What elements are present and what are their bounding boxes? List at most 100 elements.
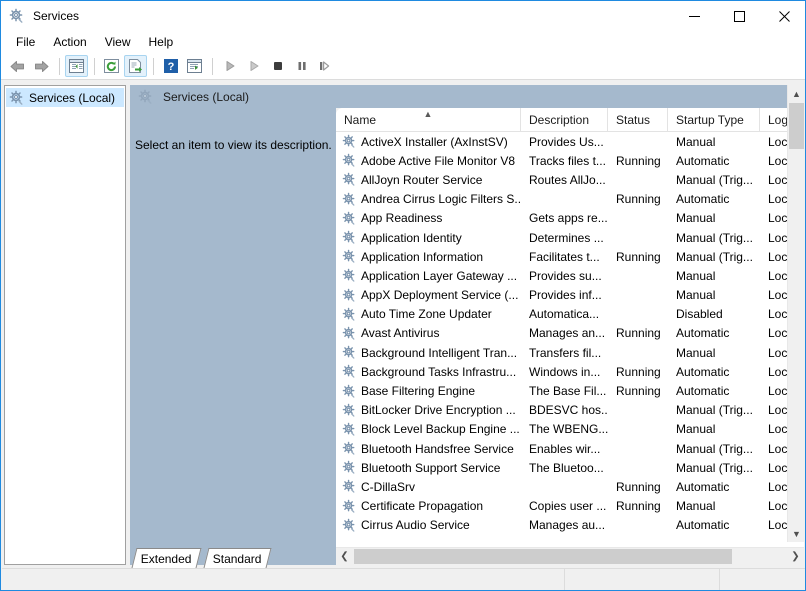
status-bar xyxy=(2,568,805,590)
table-row[interactable]: Auto Time Zone Updater Automatica... Disab… xyxy=(336,305,804,324)
table-row[interactable]: Background Intelligent Tran... Transfers … xyxy=(336,343,804,362)
column-header-description[interactable]: Description xyxy=(521,108,608,132)
service-name-label: Application Identity xyxy=(361,230,462,245)
table-row[interactable]: Cirrus Audio Service Manages au... Automat… xyxy=(336,516,804,535)
service-startup-type-cell: Automatic xyxy=(676,192,730,207)
table-row[interactable]: Avast Antivirus Manages an... Running Autom… xyxy=(336,324,804,343)
service-gear-icon xyxy=(342,134,357,149)
service-gear-icon xyxy=(342,422,357,437)
service-gear-icon xyxy=(342,384,357,399)
column-header-startup-type[interactable]: Startup Type xyxy=(668,108,760,132)
table-row[interactable]: Background Tasks Infrastru... Windows in.… xyxy=(336,362,804,381)
service-startup-type-cell: Manual (Trig... xyxy=(676,249,753,264)
service-name-label: App Readiness xyxy=(361,211,443,226)
service-gear-icon xyxy=(342,172,357,187)
table-row[interactable]: App Readiness Gets apps re... Manual Loc xyxy=(336,209,804,228)
table-row[interactable]: Andrea Cirrus Logic Filters S... Running A… xyxy=(336,190,804,209)
column-header-status[interactable]: Status xyxy=(608,108,668,132)
resume-service-button[interactable] xyxy=(242,55,265,77)
service-name-label: Application Information xyxy=(361,249,484,264)
service-startup-type-cell: Manual xyxy=(676,211,716,226)
table-row[interactable]: Bluetooth Handsfree Service Enables wir..… xyxy=(336,439,804,458)
svg-text:?: ? xyxy=(167,61,174,73)
service-startup-type-cell: Automatic xyxy=(676,518,730,533)
table-row[interactable]: AllJoyn Router Service Routes AllJo... Man… xyxy=(336,170,804,189)
tab-standard[interactable]: Standard xyxy=(203,548,272,568)
services-gear-icon xyxy=(9,8,25,24)
service-name-cell: Background Tasks Infrastru... xyxy=(336,364,521,379)
menu-view[interactable]: View xyxy=(96,32,140,52)
service-status-cell: Running xyxy=(616,192,661,207)
back-button[interactable] xyxy=(6,55,29,77)
service-gear-icon xyxy=(342,518,357,533)
vertical-scrollbar-thumb[interactable] xyxy=(789,103,804,149)
service-description-cell: Automatica... xyxy=(529,307,600,322)
sidebar-item-services-local[interactable]: Services (Local) xyxy=(6,88,124,107)
scroll-down-icon[interactable]: ▼ xyxy=(788,525,804,542)
service-gear-icon xyxy=(342,403,357,418)
table-row[interactable]: Application Layer Gateway ... Provides su… xyxy=(336,266,804,285)
console-tree-pane: Services (Local) xyxy=(4,85,126,565)
service-description-cell: Routes AllJo... xyxy=(529,172,606,187)
service-status-cell: Running xyxy=(616,326,661,341)
export-list-button[interactable] xyxy=(124,55,147,77)
pause-service-button[interactable] xyxy=(290,55,313,77)
service-startup-type-cell: Manual (Trig... xyxy=(676,403,753,418)
menu-file[interactable]: File xyxy=(7,32,44,52)
service-gear-icon xyxy=(342,499,357,514)
service-startup-type-cell: Manual (Trig... xyxy=(676,172,753,187)
service-startup-type-cell: Manual xyxy=(676,499,716,514)
service-name-cell: AllJoyn Router Service xyxy=(336,172,521,187)
list-rows: ActiveX Installer (AxInstSV) Provides Us.… xyxy=(336,132,804,542)
service-startup-type-cell: Automatic xyxy=(676,479,730,494)
table-row[interactable]: Application Identity Determines ... Manual… xyxy=(336,228,804,247)
restart-service-button[interactable] xyxy=(314,55,337,77)
table-row[interactable]: Certificate Propagation Copies user ... Ru… xyxy=(336,497,804,516)
view-tabs: Extended Standard xyxy=(130,548,804,568)
table-row[interactable]: Base Filtering Engine The Base Fil... Runn… xyxy=(336,381,804,400)
service-status-cell: Running xyxy=(616,384,661,399)
service-name-label: Base Filtering Engine xyxy=(361,384,476,399)
details-pane: Services (Local) Select an item to view … xyxy=(130,85,804,565)
toolbar: ? xyxy=(1,53,805,80)
table-row[interactable]: Adobe Active File Monitor V8 Tracks files… xyxy=(336,151,804,170)
properties-button[interactable] xyxy=(183,55,206,77)
sort-ascending-icon: ▲ xyxy=(423,109,433,119)
refresh-button[interactable] xyxy=(100,55,123,77)
tab-extended[interactable]: Extended xyxy=(131,548,202,568)
service-description-cell: Facilitates t... xyxy=(529,249,600,264)
table-row[interactable]: BitLocker Drive Encryption ... BDESVC hos… xyxy=(336,401,804,420)
service-gear-icon xyxy=(342,288,357,303)
toolbar-separator xyxy=(153,57,154,75)
forward-button[interactable] xyxy=(30,55,53,77)
scroll-up-icon[interactable]: ▲ xyxy=(788,85,804,102)
table-row[interactable]: Bluetooth Support Service The Bluetoo... M… xyxy=(336,458,804,477)
table-row[interactable]: Block Level Backup Engine ... The WBENG..… xyxy=(336,420,804,439)
maximize-button[interactable] xyxy=(717,1,762,32)
service-name-cell: Application Layer Gateway ... xyxy=(336,268,521,283)
service-name-cell: Base Filtering Engine xyxy=(336,384,521,399)
status-bar-pane-2 xyxy=(719,569,805,590)
table-row[interactable]: ActiveX Installer (AxInstSV) Provides Us.… xyxy=(336,132,804,151)
start-service-button[interactable] xyxy=(218,55,241,77)
vertical-scrollbar[interactable]: ▲ ▼ xyxy=(787,85,804,542)
stop-service-button[interactable] xyxy=(266,55,289,77)
close-button[interactable] xyxy=(762,1,805,32)
minimize-button[interactable] xyxy=(672,1,717,32)
menu-bar: File Action View Help xyxy=(1,31,805,53)
table-row[interactable]: Application Information Facilitates t... R… xyxy=(336,247,804,266)
menu-action[interactable]: Action xyxy=(44,32,95,52)
show-hide-console-tree-button[interactable] xyxy=(65,55,88,77)
help-button[interactable]: ? xyxy=(159,55,182,77)
sidebar-item-label: Services (Local) xyxy=(29,90,116,105)
table-row[interactable]: C-DillaSrv Running Automatic Loc xyxy=(336,477,804,496)
toolbar-separator xyxy=(212,57,213,75)
column-header-name[interactable]: Name ▲ xyxy=(336,108,521,132)
table-row[interactable]: AppX Deployment Service (... Provides inf… xyxy=(336,286,804,305)
service-startup-type-cell: Manual (Trig... xyxy=(676,460,753,475)
menu-help[interactable]: Help xyxy=(140,32,183,52)
service-description-cell: Gets apps re... xyxy=(529,211,608,226)
service-status-cell: Running xyxy=(616,499,661,514)
service-status-cell: Running xyxy=(616,364,661,379)
toolbar-separator xyxy=(59,57,60,75)
